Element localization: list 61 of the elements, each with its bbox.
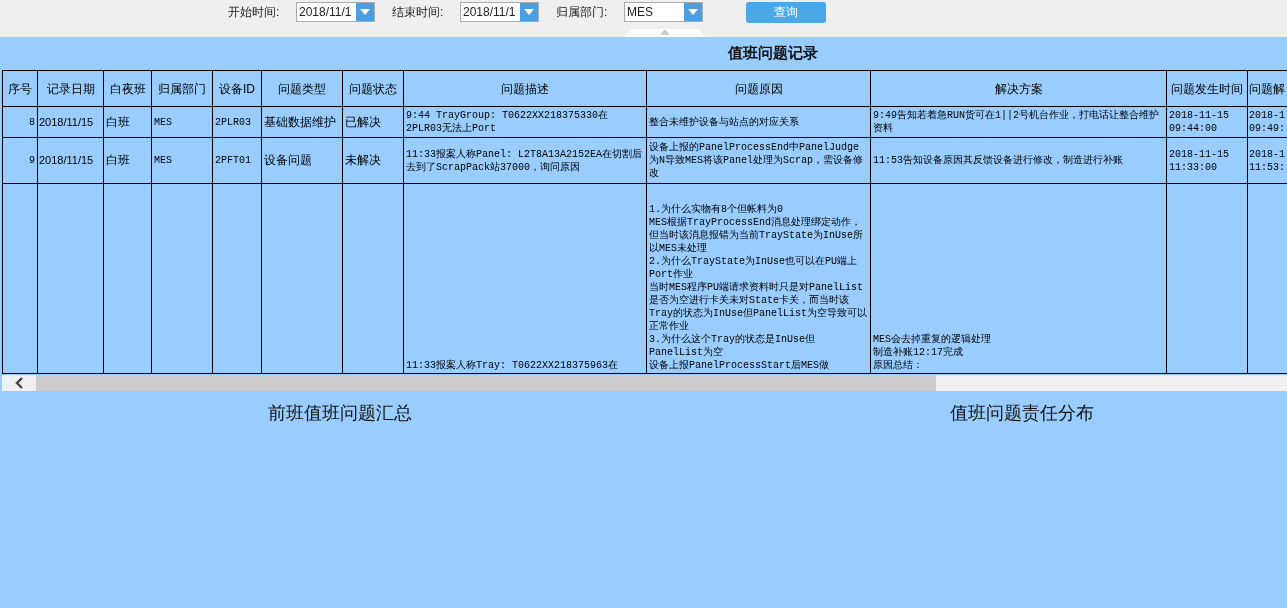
table-cell: 2018/11/15 (37, 106, 104, 138)
table-cell: 整合未维护设备与站点的对应关系 (646, 106, 871, 138)
dropdown-arrow-icon (524, 9, 534, 15)
caret-up-icon (660, 29, 670, 35)
collapse-handle[interactable] (624, 29, 706, 37)
column-header: 解决方案 (870, 70, 1167, 107)
table-cell: MES (151, 106, 213, 138)
table-cell: 2PFT01 (212, 137, 262, 184)
table-cell: 设备上报的PanelProcessEnd中PanelJudge为N导致MES将该Panel处理为Scrap，需设备修改 (646, 137, 871, 184)
column-header: 设备ID (212, 70, 262, 107)
table-cell: 2018-11-15 11:33:00 (1166, 137, 1248, 184)
date-picker[interactable]: 2018/11/1 (296, 2, 375, 22)
cell-text: MES会去掉重复的逻辑处理 (873, 333, 992, 346)
column-header: 记录日期 (37, 70, 104, 107)
section-title: 前班值班问题汇总 (268, 402, 412, 425)
table-cell: 9:49告知若着急RUN货可在1||2号机台作业，打电话让整合维护资料 (870, 106, 1167, 138)
filter-label: 归属部门: (556, 3, 609, 21)
department-dropdown[interactable]: MES (624, 2, 703, 22)
section-title: 值班问题责任分布 (950, 402, 1094, 425)
table-title: 值班问题记录 (728, 44, 818, 63)
horizontal-scrollbar[interactable] (2, 375, 1287, 391)
filter-label: 开始时间: (228, 3, 281, 21)
table-cell: 9:44 TrayGroup: T0622XX218375330在2PLR03无法上Port (403, 106, 647, 138)
table-cell: 2018-11-15 09:44:00 (1166, 106, 1248, 138)
table-cell: 白班 (103, 106, 152, 138)
filter-label: 结束时间: (392, 3, 445, 21)
column-header: 问题类型 (261, 70, 343, 107)
table-cell: 2018/11/15 (37, 137, 104, 184)
cell-text: 制造补账12:17完成 (873, 346, 964, 359)
scrollbar-thumb[interactable] (36, 375, 936, 391)
column-header: 问题状态 (342, 70, 404, 107)
table-cell: 11:33报案人称Tray: T0622XX218375963在 (403, 183, 647, 374)
table-cell: 未解决 (342, 137, 404, 184)
cell-text: 1.为什么实物有8个但帐料为0 (649, 203, 784, 216)
column-header: 归属部门 (151, 70, 213, 107)
table-cell: 2PLR03 (212, 106, 262, 138)
column-header: 问题解 (1247, 70, 1287, 107)
dropdown-arrow-icon (360, 9, 370, 15)
date-picker[interactable]: 2018/11/1 (460, 2, 539, 22)
cell-text: 原因总结： (873, 359, 924, 372)
column-header: 白夜班 (103, 70, 152, 107)
table-cell: 11:33报案人称Panel: L2T8A13A2152EA在切割后去到了ScrapPack站37000，询问原因 (403, 137, 647, 184)
column-header: 序号 (2, 70, 38, 107)
table-cell: 设备问题 (261, 137, 343, 184)
cell-text: 2.为什么TrayState为InUse也可以在PU端上Port作业 (649, 255, 859, 281)
table-cell: 9 (2, 137, 38, 184)
table-cell: 8 (2, 106, 38, 138)
table-cell: MES (151, 137, 213, 184)
cell-text: 设备上报PanelProcessStart后MES做 (649, 359, 831, 372)
chevron-left-icon (14, 377, 24, 389)
column-header: 问题原因 (646, 70, 871, 107)
table-cell: 白班 (103, 137, 152, 184)
table-cell: 已解决 (342, 106, 404, 138)
cell-text: 3.为什么这个Tray的状态是InUse但PanelList为空 (649, 333, 816, 359)
table-cell: 基础数据维护 (261, 106, 343, 138)
cell-text: 当时MES程序PU端请求资料时只是对PanelList是否为空进行卡关未对State卡关，而当时该Tray的状态为InUse但PanelList为空导致可以正常作业 (649, 281, 868, 333)
table-cell: 11:53告知设备原因其反馈设备进行修改，制造进行补账 (870, 137, 1167, 184)
cell-text: MES根据TrayProcessEnd消息处理绑定动作，但当时该消息报错为当前TrayState为InUse所以MES未处理 (649, 216, 864, 255)
column-header: 问题描述 (403, 70, 647, 107)
column-header: 问题发生时间 (1166, 70, 1248, 107)
dropdown-arrow-icon (688, 9, 698, 15)
